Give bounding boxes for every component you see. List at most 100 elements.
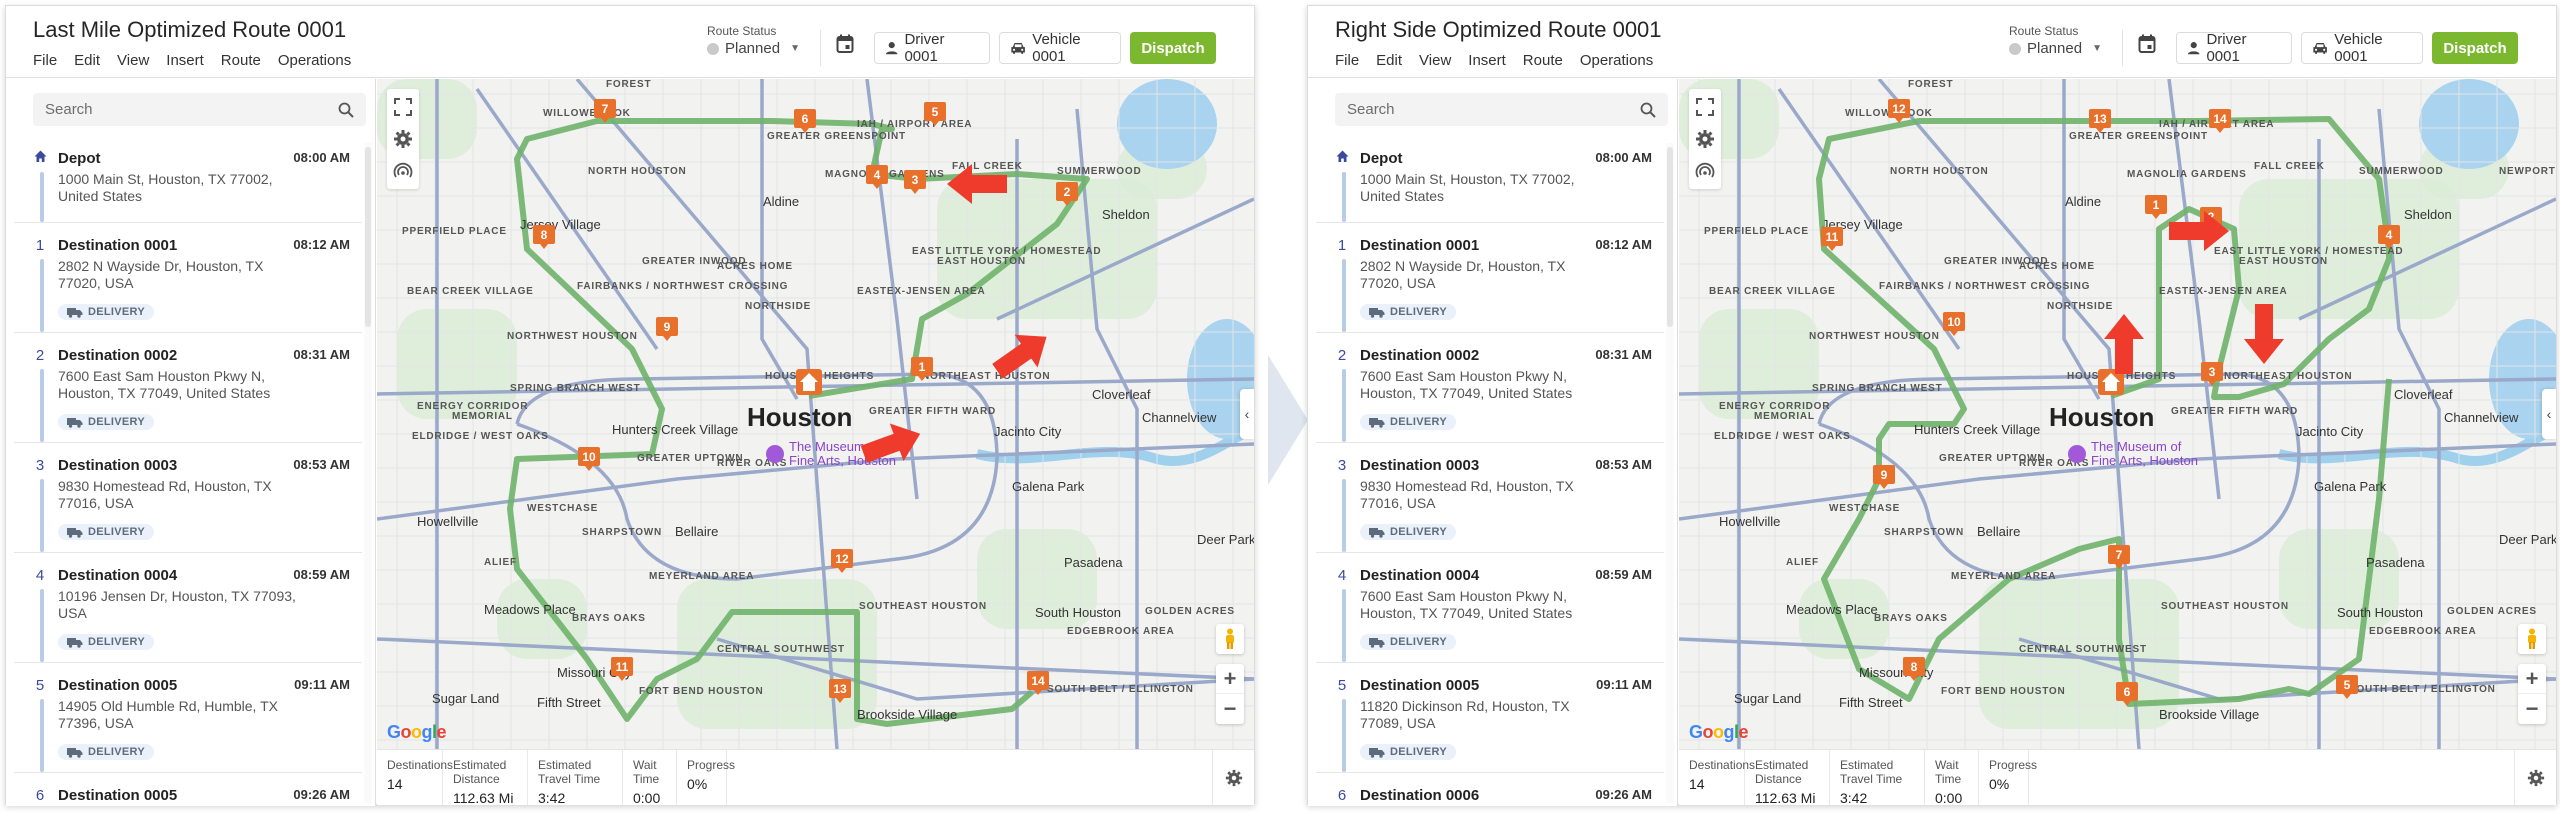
stop-time: 08:31 AM (1595, 347, 1652, 362)
map-place-label: FALL CREEK (2254, 161, 2325, 172)
calendar-button[interactable] (836, 34, 856, 56)
person-icon (885, 42, 898, 55)
route-stop-marker: 8 (533, 225, 555, 249)
chevron-left-icon: ‹ (2546, 406, 2552, 422)
map-place-label: SHARPSTOWN (582, 527, 662, 538)
menu-route[interactable]: Route (221, 52, 261, 69)
route-status-label: Route Status (2009, 24, 2079, 38)
menu-operations[interactable]: Operations (278, 52, 351, 69)
stop-item[interactable]: 3 Destination 0003 08:53 AM 9830 Homeste… (1316, 443, 1664, 553)
route-map[interactable]: FORESTWILLOWBROOKNORTH HOUSTONGREATER GR… (1679, 79, 2556, 749)
driver-button[interactable]: Driver 0001 (874, 31, 990, 65)
route-title: Last Mile Optimized Route 0001 (33, 17, 347, 42)
map-place-label: Sheldon (1102, 207, 1150, 222)
dispatch-button[interactable]: Dispatch (1130, 32, 1216, 64)
search-icon[interactable] (338, 102, 354, 118)
collapse-panel-tab[interactable]: ‹ (2542, 389, 2556, 439)
status-dot-icon (707, 42, 719, 55)
zoom-out-button[interactable]: − (2518, 694, 2546, 724)
menu-route[interactable]: Route (1523, 52, 1563, 69)
map-canvas[interactable]: FORESTWILLOWBROOKNORTH HOUSTONGREATER GR… (1679, 79, 2556, 749)
map-place-label: WESTCHASE (1829, 503, 1900, 514)
menu-operations[interactable]: Operations (1580, 52, 1653, 69)
broadcast-icon[interactable] (393, 161, 413, 181)
map-place-label: FOREST (1908, 79, 1953, 90)
stop-item[interactable]: 3 Destination 0003 08:53 AM 9830 Homeste… (14, 443, 362, 553)
stat-label: Estimated Distance (1755, 758, 1809, 786)
map-place-label: WESTCHASE (527, 503, 598, 514)
stop-item[interactable]: 2 Destination 0002 08:31 AM 7600 East Sa… (1316, 333, 1664, 443)
stop-item[interactable]: 1 Destination 0001 08:12 AM 2802 N Waysi… (1316, 223, 1664, 333)
calendar-button[interactable] (2138, 34, 2158, 56)
route-editor-panel-right: Right Side Optimized Route 0001 File Edi… (1307, 5, 2557, 806)
route-status-dropdown[interactable]: Route Status Planned ▼ (2009, 24, 2102, 57)
stop-list: Depot 08:00 AM 1000 Main St, Houston, TX… (6, 136, 362, 806)
zoom-controls: + − (1216, 664, 1244, 724)
menu-edit[interactable]: Edit (74, 52, 100, 69)
street-view-pegman[interactable] (2518, 624, 2546, 654)
map-place-label: CENTRAL SOUTHWEST (717, 644, 845, 655)
stops-scrollbar-thumb[interactable] (365, 147, 371, 327)
menu-insert[interactable]: Insert (166, 52, 204, 69)
map-place-label: NORTHSIDE (2047, 301, 2113, 312)
driver-button[interactable]: Driver 0001 (2176, 31, 2292, 65)
map-place-label: Jacinto City (994, 424, 1062, 439)
broadcast-icon[interactable] (1695, 161, 1715, 181)
map-place-label: MEYERLAND AREA (1951, 571, 2056, 582)
menu-view[interactable]: View (1419, 52, 1451, 69)
zoom-out-button[interactable]: − (1216, 694, 1244, 724)
stops-scrollbar-thumb[interactable] (1667, 147, 1673, 327)
stop-item[interactable]: 6 Destination 0005 09:26 AM (14, 773, 362, 806)
stop-item[interactable]: 5 Destination 0005 09:11 AM 14905 Old Hu… (14, 663, 362, 773)
map-canvas[interactable]: FORESTWILLOWBROOKNORTH HOUSTONGREATER GR… (377, 79, 1254, 749)
map-place-label: MAGNOLIA GARDENS (2127, 169, 2247, 180)
zoom-in-button[interactable]: + (2518, 664, 2546, 694)
marker-number: 4 (2386, 228, 2393, 242)
map-place-label: Howellville (1719, 514, 1780, 529)
menu-file[interactable]: File (1335, 52, 1359, 69)
stop-item[interactable]: 1 Destination 0001 08:12 AM 2802 N Waysi… (14, 223, 362, 333)
stats-settings-button[interactable] (1212, 750, 1254, 805)
route-stop-marker: 5 (2336, 675, 2358, 699)
zoom-in-button[interactable]: + (1216, 664, 1244, 694)
stop-index: 6 (35, 787, 45, 804)
map-place-label: Channelview (2444, 410, 2519, 425)
stop-address: 10196 Jensen Dr, Houston, TX 77093, USA (58, 588, 296, 621)
stat-destinations: Destinations 14 (377, 750, 453, 805)
gear-icon[interactable] (1695, 129, 1715, 149)
search-input[interactable] (1347, 101, 1640, 118)
map-place-label: SOUTHEAST HOUSTON (2161, 601, 2289, 612)
map-place-label: Deer Park (2499, 532, 2556, 547)
stat-label: Destinations (1689, 758, 1756, 772)
menu-insert[interactable]: Insert (1468, 52, 1506, 69)
stop-item[interactable]: 2 Destination 0002 08:31 AM 7600 East Sa… (14, 333, 362, 443)
vehicle-button[interactable]: Vehicle 0001 (2301, 31, 2423, 65)
stop-item[interactable]: 4 Destination 0004 08:59 AM 7600 East Sa… (1316, 553, 1664, 663)
vehicle-label: Vehicle 0001 (2334, 31, 2383, 65)
street-view-pegman[interactable] (1216, 624, 1244, 654)
header-divider (2122, 30, 2123, 66)
gear-icon[interactable] (393, 129, 413, 149)
route-map[interactable]: FORESTWILLOWBROOKNORTH HOUSTONGREATER GR… (377, 79, 1254, 749)
stop-item[interactable]: 4 Destination 0004 08:59 AM 10196 Jensen… (14, 553, 362, 663)
fullscreen-icon[interactable] (1695, 97, 1715, 117)
menu-view[interactable]: View (117, 52, 149, 69)
stop-time: 08:00 AM (293, 150, 350, 165)
stop-item-depot[interactable]: Depot 08:00 AM 1000 Main St, Houston, TX… (1316, 136, 1664, 223)
route-editor-panel-left: Last Mile Optimized Route 0001 File Edit… (5, 5, 1255, 806)
stop-item-depot[interactable]: Depot 08:00 AM 1000 Main St, Houston, TX… (14, 136, 362, 223)
stop-time: 08:59 AM (293, 567, 350, 582)
collapse-panel-tab[interactable]: ‹ (1240, 389, 1254, 439)
map-place-label: Brookside Village (857, 707, 957, 722)
vehicle-button[interactable]: Vehicle 0001 (999, 31, 1121, 65)
dispatch-button[interactable]: Dispatch (2432, 32, 2518, 64)
stop-item[interactable]: 6 Destination 0006 09:26 AM (1316, 773, 1664, 806)
fullscreen-icon[interactable] (393, 97, 413, 117)
search-input[interactable] (45, 101, 338, 118)
menu-edit[interactable]: Edit (1376, 52, 1402, 69)
stats-settings-button[interactable] (2514, 750, 2556, 805)
route-status-dropdown[interactable]: Route Status Planned ▼ (707, 24, 800, 57)
stop-item[interactable]: 5 Destination 0005 09:11 AM 11820 Dickin… (1316, 663, 1664, 773)
search-icon[interactable] (1640, 102, 1656, 118)
menu-file[interactable]: File (33, 52, 57, 69)
